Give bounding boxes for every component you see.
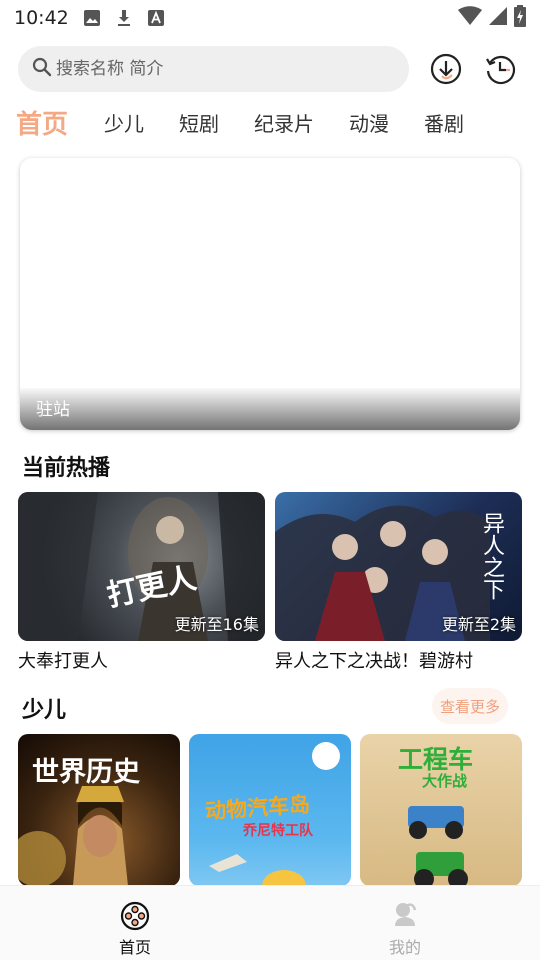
episode-badge: 更新至16集: [174, 615, 259, 634]
download-icon: [115, 9, 133, 27]
search-box[interactable]: [18, 46, 409, 92]
battery-icon: [514, 5, 526, 31]
hot-item-name: 异人之下之决战！碧游村: [275, 651, 473, 672]
kids-item-card[interactable]: 动物汽车岛 乔尼特工队: [189, 734, 351, 886]
download-button[interactable]: [429, 52, 463, 86]
poster-image: 异人之下 更新至2集: [275, 492, 522, 641]
nav-profile-label: 我的: [388, 938, 421, 957]
status-time: 10:42: [14, 7, 69, 29]
search-input[interactable]: [56, 59, 376, 79]
tab-short-drama[interactable]: 短剧: [179, 108, 219, 137]
poster-title-art: 异人之下: [479, 512, 504, 600]
banner-label: 驻站: [36, 400, 70, 420]
poster-subtitle-art: 乔尼特工队: [243, 823, 313, 839]
history-button[interactable]: [483, 52, 517, 86]
hot-item-card[interactable]: 异人之下 更新至2集 异人之下之决战！碧游村: [275, 492, 522, 673]
history-icon: [486, 55, 516, 85]
kids-item-card[interactable]: 世界历史: [18, 734, 180, 886]
poster-subtitle-art: 大作战: [422, 772, 468, 790]
category-tabs: 首页 少儿 短剧 纪录片 动漫 番剧: [0, 100, 540, 144]
kids-item-card[interactable]: 工程车 大作战: [360, 734, 522, 886]
hot-item-name: 大奉打更人: [18, 651, 108, 672]
nav-home-label: 首页: [118, 938, 151, 957]
wifi-icon: [458, 6, 482, 30]
download-icon: [430, 53, 462, 85]
text-icon: [147, 9, 165, 27]
poster-title-art: 世界历史: [32, 757, 140, 788]
hot-item-card[interactable]: 打更人 更新至16集 大奉打更人: [18, 492, 265, 673]
nav-home[interactable]: 首页: [0, 886, 270, 960]
bottom-nav: 首页 我的: [0, 885, 540, 960]
banner-shade: [20, 388, 520, 430]
nav-profile[interactable]: 我的: [270, 886, 540, 960]
status-bar: 10:42: [0, 0, 540, 36]
tab-anime[interactable]: 动漫: [349, 108, 389, 137]
section-title-kids: 少儿: [22, 698, 67, 723]
episode-badge: 更新至2集: [441, 615, 516, 634]
image-icon: [83, 9, 101, 27]
film-reel-icon: [120, 901, 150, 931]
tab-kids[interactable]: 少儿: [104, 108, 144, 137]
top-bar: [18, 46, 522, 92]
tab-home[interactable]: 首页: [16, 104, 68, 141]
section-title-hot: 当前热播: [22, 456, 111, 481]
search-icon: [32, 57, 52, 81]
tab-bangumi[interactable]: 番剧: [424, 108, 464, 137]
tab-documentary[interactable]: 纪录片: [254, 108, 314, 137]
profile-icon: [395, 903, 417, 926]
signal-icon: [488, 6, 508, 30]
see-more-button[interactable]: 查看更多: [432, 688, 508, 724]
banner-carousel[interactable]: 驻站: [20, 158, 520, 430]
poster-image: 打更人 更新至16集: [18, 492, 265, 641]
